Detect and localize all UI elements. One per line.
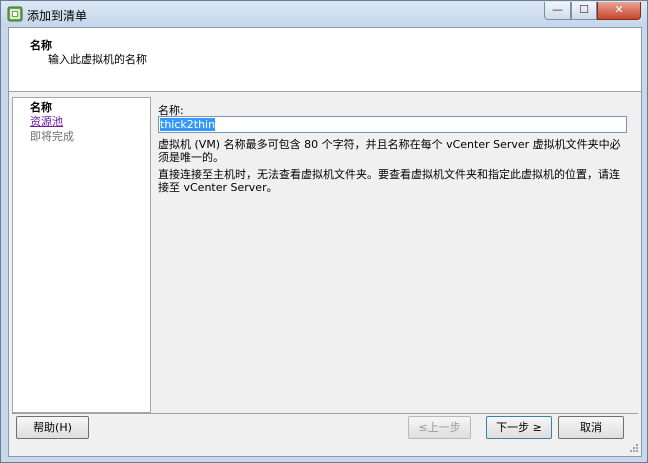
maximize-icon: ☐	[579, 3, 589, 16]
title-bar[interactable]: 添加到清单 — ☐ ✕	[1, 1, 647, 27]
step-resource-pool-link[interactable]: 资源池	[30, 113, 63, 129]
help-button[interactable]: 帮助(H)	[16, 416, 89, 439]
folder-note-text: 直接连接至主机时，无法查看虚拟机文件夹。要查看虚拟机文件夹和指定此虚拟机的位置，…	[158, 168, 620, 194]
vsphere-app-icon	[7, 6, 23, 22]
wizard-steps-panel: 名称 资源池 即将完成	[12, 97, 151, 413]
wizard-client-area: 名称 输入此虚拟机的名称 名称 资源池 即将完成 名称: thick2thin …	[8, 27, 642, 457]
add-to-inventory-window: 添加到清单 — ☐ ✕ 名称 输入此虚拟机的名称 名称 资源池 即将完成 名称:…	[0, 0, 648, 463]
cancel-button[interactable]: 取消	[558, 416, 624, 439]
maximize-button[interactable]: ☐	[571, 2, 597, 20]
back-button[interactable]: ≤上一步	[408, 416, 471, 439]
name-rules-text: 虚拟机 (VM) 名称最多可包含 80 个字符，并且名称在每个 vCenter …	[158, 138, 621, 164]
resize-grip-icon[interactable]	[628, 442, 639, 453]
wizard-header: 名称 输入此虚拟机的名称	[9, 28, 641, 92]
footer-divider	[12, 413, 638, 414]
minimize-button[interactable]: —	[544, 2, 571, 20]
step-ready-to-complete: 即将完成	[30, 130, 74, 143]
window-title: 添加到清单	[27, 9, 88, 23]
page-subtitle: 输入此虚拟机的名称	[48, 53, 147, 66]
close-button[interactable]: ✕	[597, 2, 641, 20]
minimize-icon: —	[552, 3, 563, 16]
next-button[interactable]: 下一步 ≥	[486, 416, 552, 439]
vm-name-input[interactable]: thick2thin	[158, 116, 627, 133]
close-icon: ✕	[614, 3, 624, 16]
vm-name-value: thick2thin	[160, 118, 216, 131]
